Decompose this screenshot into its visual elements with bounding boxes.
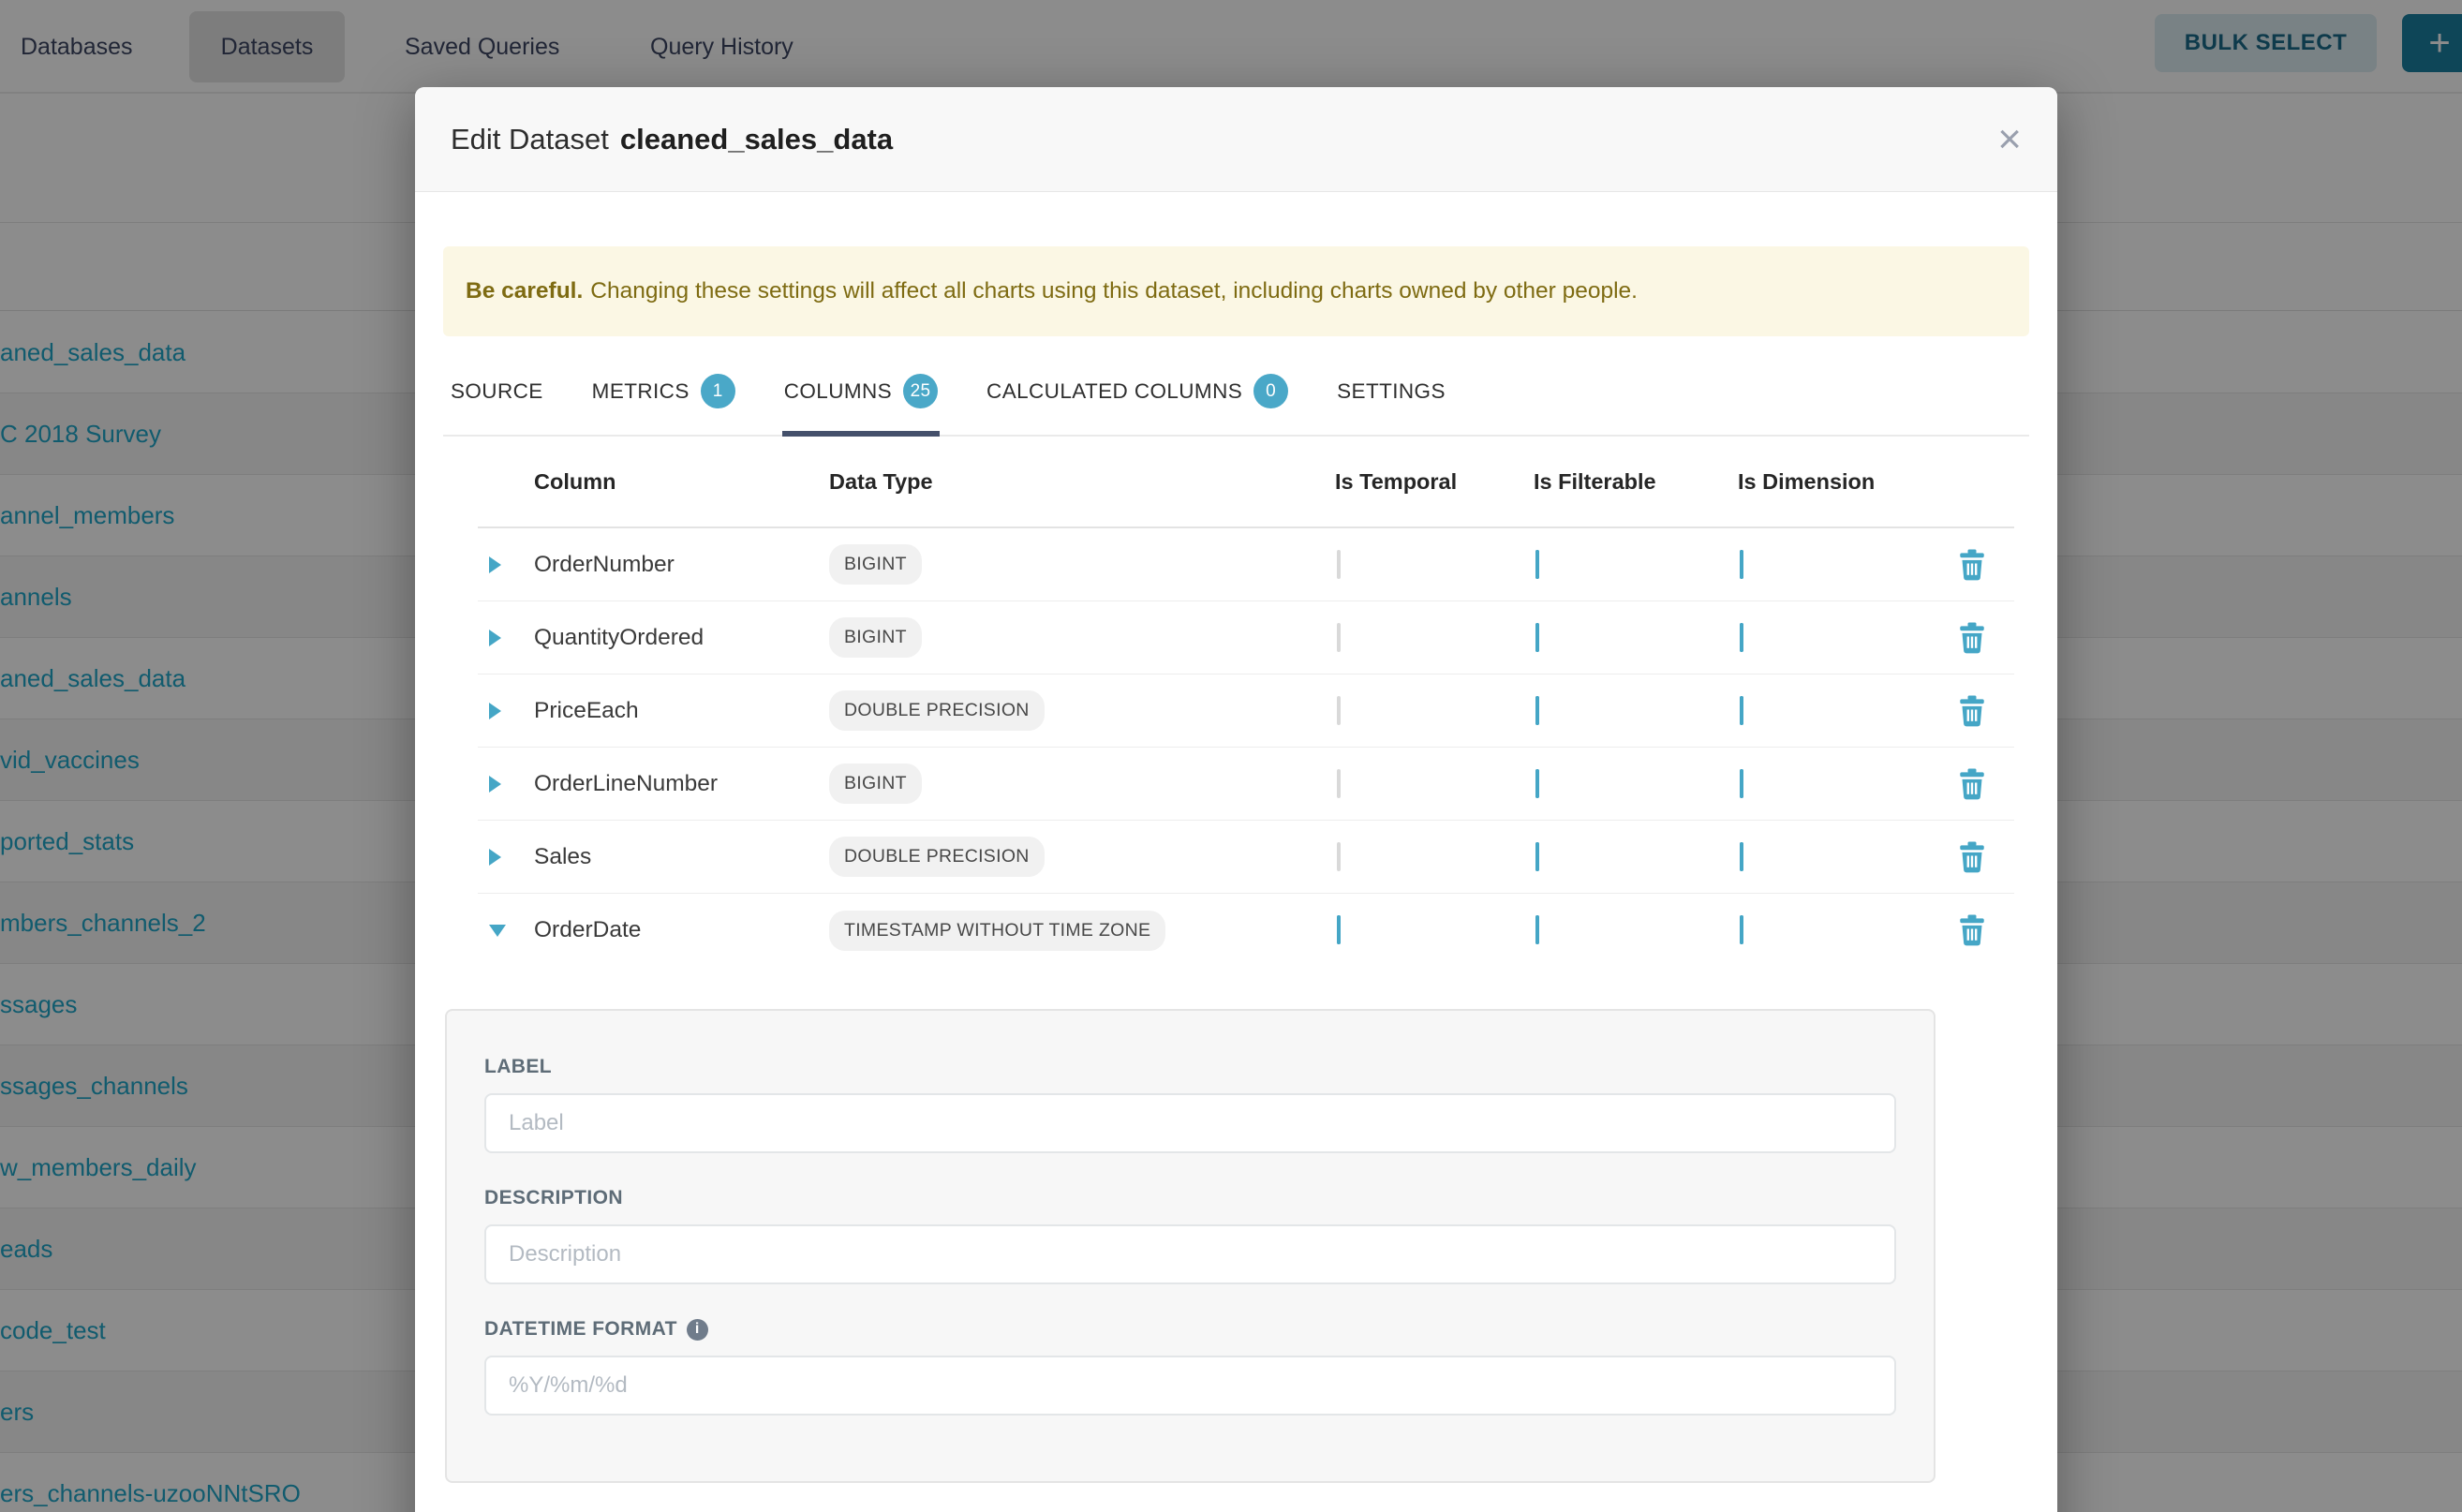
delete-column-icon[interactable] — [1958, 549, 1986, 581]
delete-column-icon[interactable] — [1958, 622, 1986, 654]
column-name: OrderDate — [523, 917, 818, 943]
collapse-caret-icon[interactable] — [489, 925, 506, 937]
expand-caret-icon[interactable] — [489, 703, 501, 719]
is-temporal-checkbox[interactable] — [1337, 696, 1341, 725]
header-is-dimension: Is Dimension — [1738, 469, 1930, 495]
columns-table: Column Data Type Is Temporal Is Filterab… — [478, 437, 2014, 967]
tab-metrics[interactable]: METRICS 1 — [590, 361, 737, 437]
is-temporal-checkbox[interactable] — [1337, 915, 1341, 944]
is-filterable-checkbox[interactable] — [1535, 769, 1539, 798]
edit-dataset-modal: Edit Dataset cleaned_sales_data × Be car… — [415, 87, 2057, 1512]
modal-body: Be careful. Changing these settings will… — [415, 192, 2057, 1483]
expand-caret-icon[interactable] — [489, 849, 501, 866]
tab-calculated-columns[interactable]: CALCULATED COLUMNS 0 — [985, 361, 1290, 437]
is-temporal-checkbox[interactable] — [1337, 623, 1341, 652]
metrics-count-badge: 1 — [701, 374, 735, 408]
label-input[interactable] — [484, 1093, 1896, 1153]
is-dimension-checkbox[interactable] — [1740, 769, 1743, 798]
tab-label: CALCULATED COLUMNS — [986, 379, 1242, 404]
modal-title-prefix: Edit Dataset — [451, 123, 609, 156]
description-input[interactable] — [484, 1224, 1896, 1284]
data-type-pill: DOUBLE PRECISION — [829, 690, 1045, 731]
header-column: Column — [523, 469, 818, 495]
warning-bold-text: Be careful. — [466, 278, 583, 304]
expand-caret-icon[interactable] — [489, 776, 501, 793]
columns-count-badge: 25 — [903, 374, 938, 408]
is-dimension-checkbox[interactable] — [1740, 550, 1743, 579]
tab-label: SETTINGS — [1337, 379, 1446, 404]
data-type-pill: BIGINT — [829, 617, 922, 658]
is-filterable-checkbox[interactable] — [1535, 550, 1539, 579]
delete-column-icon[interactable] — [1958, 695, 1986, 727]
is-filterable-checkbox[interactable] — [1535, 696, 1539, 725]
column-row-priceeach: PriceEach DOUBLE PRECISION — [478, 674, 2014, 748]
modal-tabs: SOURCE METRICS 1 COLUMNS 25 CALCULATED C… — [443, 361, 2029, 437]
is-filterable-checkbox[interactable] — [1535, 915, 1539, 944]
is-dimension-checkbox[interactable] — [1740, 696, 1743, 725]
is-temporal-checkbox[interactable] — [1337, 842, 1341, 871]
warning-banner: Be careful. Changing these settings will… — [443, 246, 2029, 336]
header-is-temporal: Is Temporal — [1335, 469, 1534, 495]
delete-column-icon[interactable] — [1958, 841, 1986, 873]
tab-label: SOURCE — [451, 379, 543, 404]
is-filterable-checkbox[interactable] — [1535, 842, 1539, 871]
header-is-filterable: Is Filterable — [1534, 469, 1738, 495]
tab-label: METRICS — [592, 379, 690, 404]
columns-table-header: Column Data Type Is Temporal Is Filterab… — [478, 437, 2014, 528]
warning-text: Changing these settings will affect all … — [590, 278, 1638, 304]
delete-column-icon[interactable] — [1958, 914, 1986, 946]
is-temporal-checkbox[interactable] — [1337, 550, 1341, 579]
column-row-sales: Sales DOUBLE PRECISION — [478, 821, 2014, 894]
expand-caret-icon[interactable] — [489, 630, 501, 646]
header-data-type: Data Type — [818, 469, 1335, 495]
column-row-quantityordered: QuantityOrdered BIGINT — [478, 601, 2014, 674]
column-name: Sales — [523, 844, 818, 870]
datasets-page: Databases Datasets Saved Queries Query H… — [0, 0, 2462, 1512]
data-type-pill: DOUBLE PRECISION — [829, 837, 1045, 877]
is-dimension-checkbox[interactable] — [1740, 623, 1743, 652]
data-type-pill: BIGINT — [829, 763, 922, 804]
label-field-group: LABEL — [484, 1056, 1896, 1153]
calculated-columns-count-badge: 0 — [1253, 374, 1288, 408]
column-row-ordernumber: OrderNumber BIGINT — [478, 528, 2014, 601]
tab-columns[interactable]: COLUMNS 25 — [782, 361, 940, 437]
description-field-group: DESCRIPTION — [484, 1187, 1896, 1284]
expand-caret-icon[interactable] — [489, 556, 501, 573]
modal-title-dataset-name: cleaned_sales_data — [620, 123, 893, 156]
datetime-format-field-label: DATETIME FORMAT — [484, 1318, 677, 1341]
is-dimension-checkbox[interactable] — [1740, 842, 1743, 871]
column-row-orderdate: OrderDate TIMESTAMP WITHOUT TIME ZONE — [478, 894, 2014, 967]
tab-settings[interactable]: SETTINGS — [1335, 361, 1447, 437]
column-name: OrderNumber — [523, 552, 818, 578]
column-name: OrderLineNumber — [523, 771, 818, 797]
is-dimension-checkbox[interactable] — [1740, 915, 1743, 944]
datetime-format-field-group: DATETIME FORMAT i — [484, 1318, 1896, 1416]
column-name: QuantityOrdered — [523, 625, 818, 651]
tab-source[interactable]: SOURCE — [449, 361, 545, 437]
delete-column-icon[interactable] — [1958, 768, 1986, 800]
data-type-pill: TIMESTAMP WITHOUT TIME ZONE — [829, 911, 1165, 951]
is-filterable-checkbox[interactable] — [1535, 623, 1539, 652]
info-icon[interactable]: i — [687, 1319, 708, 1341]
data-type-pill: BIGINT — [829, 544, 922, 585]
modal-header: Edit Dataset cleaned_sales_data × — [415, 87, 2057, 192]
close-icon[interactable]: × — [1997, 119, 2022, 160]
label-field-label: LABEL — [484, 1056, 1896, 1078]
column-name: PriceEach — [523, 698, 818, 724]
column-detail-panel: LABEL DESCRIPTION DATETIME FORMAT i — [445, 1009, 1935, 1483]
column-row-orderlinenumber: OrderLineNumber BIGINT — [478, 748, 2014, 821]
tab-label: COLUMNS — [784, 379, 892, 404]
datetime-format-input[interactable] — [484, 1356, 1896, 1416]
description-field-label: DESCRIPTION — [484, 1187, 1896, 1209]
is-temporal-checkbox[interactable] — [1337, 769, 1341, 798]
